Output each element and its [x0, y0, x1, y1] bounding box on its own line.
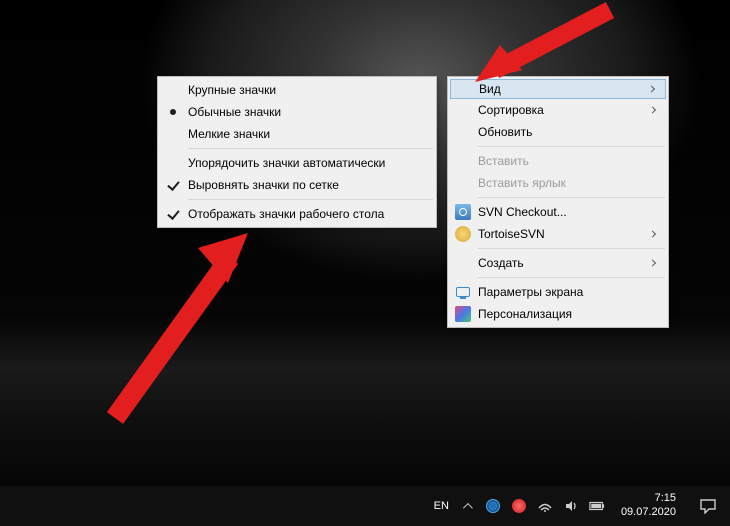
menu-item-small-icons[interactable]: Мелкие значки [160, 123, 434, 145]
checkmark-icon [164, 176, 182, 194]
menu-item-view[interactable]: Вид [450, 79, 666, 99]
clock-time: 7:15 [621, 492, 676, 506]
menu-item-label: TortoiseSVN [478, 227, 545, 241]
tray-app-icon[interactable] [511, 498, 527, 514]
menu-item-personalize[interactable]: Персонализация [450, 303, 666, 325]
menu-item-label: Выровнять значки по сетке [188, 178, 339, 192]
menu-item-display-settings[interactable]: Параметры экрана [450, 281, 666, 303]
menu-item-label: Создать [478, 256, 524, 270]
clock-date: 09.07.2020 [621, 506, 676, 520]
menu-item-label: SVN Checkout... [478, 205, 567, 219]
action-center-button[interactable] [692, 486, 724, 526]
menu-item-align-to-grid[interactable]: Выровнять значки по сетке [160, 174, 434, 196]
system-tray: EN 7:15 09.07.2020 [434, 486, 730, 526]
display-icon [454, 283, 472, 301]
chevron-right-icon [649, 87, 659, 92]
menu-item-label: Персонализация [478, 307, 572, 321]
radio-icon [164, 125, 182, 143]
view-submenu: Крупные значки Обычные значки Мелкие зна… [157, 76, 437, 228]
menu-item-svn-checkout[interactable]: SVN Checkout... [450, 201, 666, 223]
taskbar: EN 7:15 09.07.2020 [0, 486, 730, 526]
menu-item-show-desktop-icons[interactable]: Отображать значки рабочего стола [160, 203, 434, 225]
personalize-icon [454, 305, 472, 323]
menu-item-large-icons[interactable]: Крупные значки [160, 79, 434, 101]
radio-icon [164, 81, 182, 99]
menu-item-auto-arrange[interactable]: Упорядочить значки автоматически [160, 152, 434, 174]
checkmark-icon [164, 205, 182, 223]
language-indicator[interactable]: EN [434, 500, 449, 512]
menu-item-tortoisesvn[interactable]: TortoiseSVN [450, 223, 666, 245]
volume-icon[interactable] [563, 498, 579, 514]
menu-item-label: Параметры экрана [478, 285, 583, 299]
menu-separator [478, 277, 665, 278]
menu-item-sort[interactable]: Сортировка [450, 99, 666, 121]
menu-item-label: Сортировка [478, 103, 544, 117]
network-icon[interactable] [537, 498, 553, 514]
menu-item-label: Упорядочить значки автоматически [188, 156, 385, 170]
menu-item-label: Вид [479, 82, 501, 96]
tortoisesvn-icon [454, 225, 472, 243]
menu-item-new[interactable]: Создать [450, 252, 666, 274]
battery-icon[interactable] [589, 498, 605, 514]
menu-item-refresh[interactable]: Обновить [450, 121, 666, 143]
menu-item-label: Вставить [478, 154, 529, 168]
chevron-right-icon [650, 232, 660, 237]
menu-separator [478, 197, 665, 198]
menu-separator [478, 248, 665, 249]
menu-item-label: Мелкие значки [188, 127, 270, 141]
menu-item-label: Обновить [478, 125, 532, 139]
menu-separator [478, 146, 665, 147]
menu-item-medium-icons[interactable]: Обычные значки [160, 101, 434, 123]
menu-item-label: Крупные значки [188, 83, 276, 97]
checkmark-icon [164, 154, 182, 172]
radio-icon [164, 103, 182, 121]
tray-app-icon[interactable] [485, 498, 501, 514]
desktop-context-menu: Вид Сортировка Обновить Вставить Вставит… [447, 76, 669, 328]
chevron-right-icon [650, 108, 660, 113]
menu-item-label: Обычные значки [188, 105, 281, 119]
menu-item-paste: Вставить [450, 150, 666, 172]
clock[interactable]: 7:15 09.07.2020 [615, 492, 682, 520]
menu-separator [188, 199, 433, 200]
menu-item-paste-shortcut: Вставить ярлык [450, 172, 666, 194]
menu-separator [188, 148, 433, 149]
menu-item-label: Отображать значки рабочего стола [188, 207, 384, 221]
menu-item-label: Вставить ярлык [478, 176, 566, 190]
tray-overflow-icon[interactable] [459, 498, 475, 514]
svn-icon [454, 203, 472, 221]
chevron-right-icon [650, 261, 660, 266]
